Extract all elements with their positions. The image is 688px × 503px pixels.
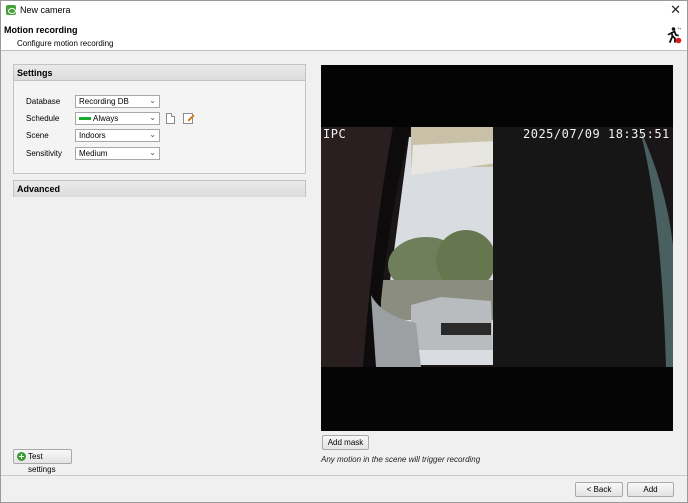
scene-value: Indoors bbox=[79, 131, 106, 140]
schedule-color-swatch bbox=[79, 117, 91, 121]
page-subtitle: Configure motion recording bbox=[17, 39, 114, 48]
schedule-label: Schedule bbox=[26, 114, 60, 123]
camera-timestamp: 2025/07/09 18:35:51 bbox=[523, 127, 670, 141]
test-settings-button[interactable]: Test settings bbox=[13, 449, 72, 474]
title-bar: New camera ✕ bbox=[1, 1, 687, 19]
sensitivity-label: Sensitivity bbox=[26, 149, 63, 158]
advanced-panel[interactable]: Advanced bbox=[13, 180, 306, 197]
motion-note: Any motion in the scene will trigger rec… bbox=[321, 455, 481, 464]
new-camera-dialog: New camera ✕ Motion recording Configure … bbox=[0, 0, 688, 503]
chevron-down-icon: ⌄ bbox=[149, 96, 156, 105]
chevron-down-icon: ⌄ bbox=[149, 113, 156, 122]
database-value: Recording DB bbox=[79, 97, 129, 106]
wizard-header: Motion recording Configure motion record… bbox=[1, 19, 687, 51]
scene-select[interactable]: Indoors ⌄ bbox=[75, 129, 160, 142]
chevron-down-icon: ⌄ bbox=[149, 148, 156, 157]
settings-panel: Settings Database Recording DB ⌄ Schedul… bbox=[13, 64, 306, 174]
camera-overlay-label: IPC bbox=[323, 127, 347, 141]
page-title: Motion recording bbox=[4, 25, 78, 35]
motion-person-icon bbox=[667, 27, 682, 44]
scene-label: Scene bbox=[26, 131, 49, 140]
schedule-value: Always bbox=[93, 114, 119, 123]
schedule-select[interactable]: Always ⌄ bbox=[75, 112, 160, 125]
add-circle-icon bbox=[17, 452, 26, 461]
window-title: New camera bbox=[20, 5, 71, 15]
sensitivity-select[interactable]: Medium ⌄ bbox=[75, 147, 160, 160]
settings-section-header[interactable]: Settings bbox=[14, 65, 305, 81]
add-mask-button[interactable]: Add mask bbox=[322, 435, 369, 450]
camera-frame-image bbox=[321, 65, 673, 431]
database-select[interactable]: Recording DB ⌄ bbox=[75, 95, 160, 108]
close-icon[interactable]: ✕ bbox=[670, 2, 681, 17]
footer-bar: < Back Add bbox=[1, 475, 687, 502]
test-settings-label: Test settings bbox=[28, 452, 56, 474]
edit-schedule-icon[interactable] bbox=[183, 113, 193, 124]
app-eye-icon bbox=[6, 5, 16, 15]
chevron-down-icon: ⌄ bbox=[149, 130, 156, 139]
add-button[interactable]: Add bbox=[627, 482, 674, 497]
database-label: Database bbox=[26, 97, 61, 106]
advanced-section-header[interactable]: Advanced bbox=[14, 181, 305, 197]
camera-preview[interactable]: IPC 2025/07/09 18:35:51 bbox=[321, 65, 673, 431]
new-schedule-icon[interactable] bbox=[166, 113, 175, 124]
sensitivity-value: Medium bbox=[79, 149, 108, 158]
back-button[interactable]: < Back bbox=[575, 482, 623, 497]
